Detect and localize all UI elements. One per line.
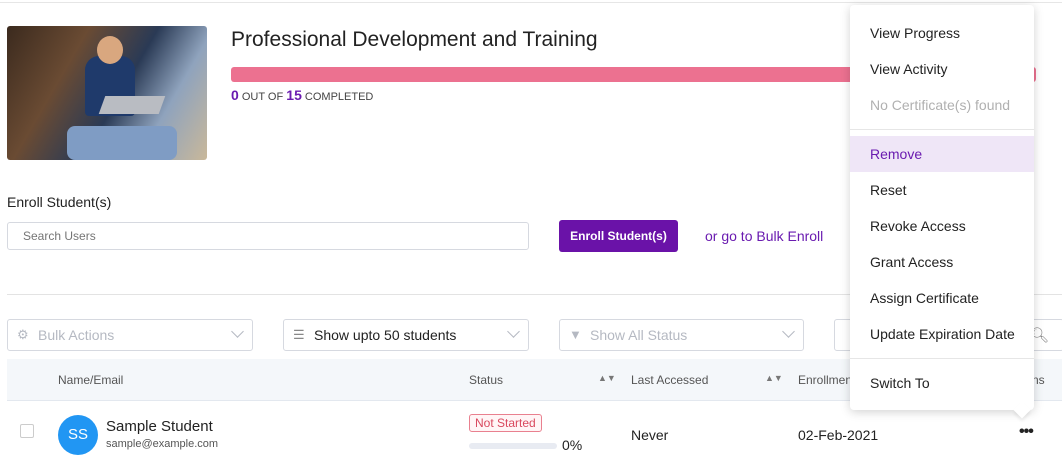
menu-divider: [850, 358, 1034, 359]
menu-divider: [850, 129, 1034, 130]
gears-icon: ⚙: [17, 327, 29, 342]
sliders-icon: ☰: [293, 327, 305, 342]
chevron-down-icon: [507, 325, 520, 338]
course-title: Professional Development and Training: [231, 28, 598, 51]
status-badge: Not Started: [469, 414, 542, 432]
more-actions-icon[interactable]: •••: [1019, 423, 1034, 441]
completed-count: 0: [231, 87, 239, 103]
sort-icon[interactable]: ▲▼: [598, 373, 616, 383]
menu-item-grant-access[interactable]: Grant Access: [850, 244, 1034, 280]
menu-item-update-expiration[interactable]: Update Expiration Date: [850, 316, 1034, 352]
enroll-students-button[interactable]: Enroll Student(s): [559, 220, 678, 252]
student-progress-bar: [469, 443, 557, 449]
header-last-accessed[interactable]: Last Accessed: [631, 373, 708, 387]
status-filter-label: Show All Status: [590, 327, 688, 343]
menu-item-reset[interactable]: Reset: [850, 172, 1034, 208]
show-upto-label: Show upto 50 students: [314, 327, 457, 343]
progress-percent: 0%: [562, 437, 583, 453]
show-upto-select[interactable]: ☰ Show upto 50 students: [283, 319, 529, 351]
student-email: sample@example.com: [106, 438, 219, 450]
menu-item-remove[interactable]: Remove: [850, 136, 1034, 172]
menu-item-view-activity[interactable]: View Activity: [850, 51, 1034, 87]
bulk-actions-label: Bulk Actions: [38, 327, 115, 343]
header-enrollment[interactable]: Enrollmen: [798, 373, 852, 387]
menu-item-revoke-access[interactable]: Revoke Access: [850, 208, 1034, 244]
completed-label: completed: [304, 91, 374, 103]
header-name-email: Name/Email: [58, 373, 124, 387]
menu-item-view-progress[interactable]: View Progress: [850, 15, 1034, 51]
chevron-down-icon: [231, 325, 244, 338]
completion-count: 0 out of 15 completed: [231, 87, 373, 103]
sort-icon[interactable]: ▲▼: [765, 373, 783, 383]
bulk-enroll-link[interactable]: or go to Bulk Enroll: [705, 228, 823, 244]
last-accessed: Never: [631, 427, 669, 443]
menu-item-switch-to[interactable]: Switch To: [850, 365, 1034, 401]
enroll-label: Enroll Student(s): [7, 194, 112, 210]
menu-item-assign-certificate[interactable]: Assign Certificate: [850, 280, 1034, 316]
course-image: [7, 26, 207, 160]
row-checkbox[interactable]: [20, 424, 34, 438]
header-status[interactable]: Status: [469, 373, 503, 387]
avatar: SS: [58, 415, 98, 455]
status-filter-select[interactable]: ▼ Show All Status: [559, 319, 804, 351]
enrollment-date: 02-Feb-2021: [798, 427, 879, 443]
filter-icon: ▼: [569, 327, 582, 342]
out-of-label: out of: [241, 91, 284, 103]
total-count: 15: [286, 87, 302, 103]
bulk-actions-select[interactable]: ⚙ Bulk Actions: [7, 319, 253, 351]
search-users-input[interactable]: [7, 222, 529, 250]
student-name[interactable]: Sample Student: [106, 418, 213, 435]
table-row: SS Sample Student sample@example.com Not…: [7, 401, 1062, 461]
actions-dropdown-menu: View Progress View Activity No Certifica…: [850, 5, 1034, 410]
chevron-down-icon: [782, 325, 795, 338]
menu-item-no-certificate: No Certificate(s) found: [870, 97, 1011, 113]
top-divider: [0, 2, 1062, 3]
